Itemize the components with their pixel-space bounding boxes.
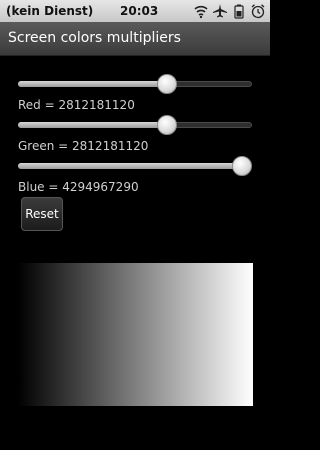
blue-slider[interactable] xyxy=(18,154,252,178)
reset-button[interactable]: Reset xyxy=(21,197,63,231)
green-slider[interactable] xyxy=(18,113,252,137)
green-value-label: Green = 2812181120 xyxy=(18,139,149,153)
slider-fill xyxy=(18,163,242,169)
blue-value-label: Blue = 4294967290 xyxy=(18,180,139,194)
page-title: Screen colors multipliers xyxy=(8,30,181,46)
slider-thumb[interactable] xyxy=(232,156,252,176)
alarm-icon xyxy=(250,3,266,19)
slider-fill xyxy=(18,81,168,87)
status-icons xyxy=(193,3,266,19)
gradient-preview xyxy=(18,263,253,406)
slider-thumb[interactable] xyxy=(157,74,178,94)
wifi-icon xyxy=(193,3,209,19)
red-value-label: Red = 2812181120 xyxy=(18,98,135,112)
battery-icon xyxy=(231,3,247,19)
slider-thumb[interactable] xyxy=(157,115,178,135)
title-bar: Screen colors multipliers xyxy=(0,22,270,56)
clock-text: 20:03 xyxy=(120,4,159,18)
red-slider[interactable] xyxy=(18,72,252,96)
slider-fill xyxy=(18,122,168,128)
carrier-text: (kein Dienst) xyxy=(6,4,94,18)
status-bar: (kein Dienst) 20:03 xyxy=(0,0,270,22)
airplane-icon xyxy=(212,3,228,19)
